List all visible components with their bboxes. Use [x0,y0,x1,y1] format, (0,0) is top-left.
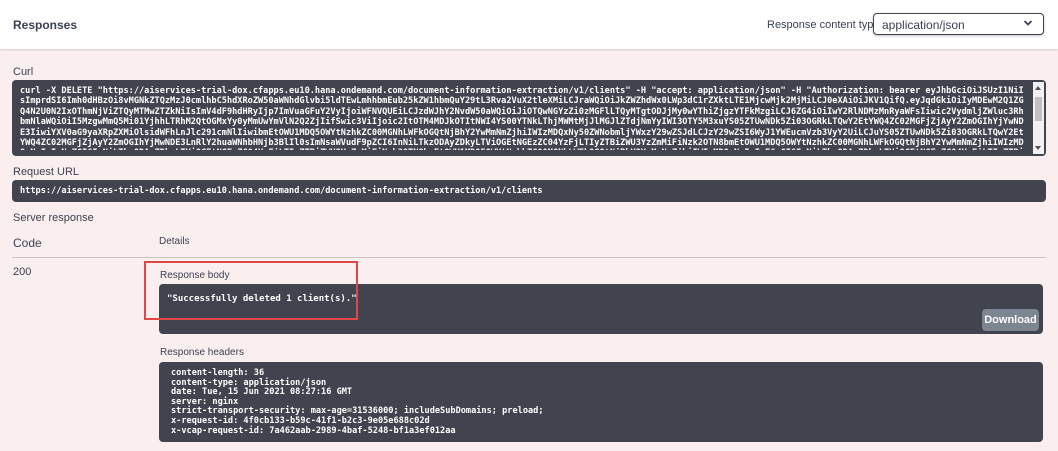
response-header-line: x-vcap-request-id: 7a462aab-2989-4baf-52… [171,425,456,436]
request-url-box[interactable]: https://aiservices-trial-dox.cfapps.eu10… [12,180,1046,202]
curl-label: Curl [13,66,34,78]
response-headers-box[interactable]: content-length: 36 content-type: applica… [159,362,1043,442]
content-type-label: Response content type [767,19,880,31]
response-body-box[interactable]: "Successfully deleted 1 client(s)." [159,284,1043,334]
download-button[interactable]: Download [982,309,1039,331]
server-response-label: Server response [13,212,94,224]
request-url-label: Request URL [13,166,80,178]
curl-command-text: curl -X DELETE "https://aiservices-trial… [20,86,1024,150]
details-column-header: Details [159,236,190,247]
responses-title: Responses [13,18,78,32]
content-type-select[interactable]: application/json [873,13,1044,35]
scroll-down-icon[interactable] [1035,146,1041,150]
code-column-header: Code [13,236,42,250]
content-type-value: application/json [882,18,965,32]
response-header-line: date: Tue, 15 Jun 2021 08:27:16 GMT [171,387,353,398]
chevron-down-icon [1023,20,1033,26]
response-body-label: Response body [160,270,230,281]
scrollbar-thumb[interactable] [1035,97,1042,121]
curl-command-box[interactable]: curl -X DELETE "https://aiservices-trial… [12,80,1046,156]
scroll-up-icon[interactable] [1035,86,1041,90]
response-code: 200 [13,266,32,278]
response-headers-label: Response headers [160,347,244,358]
responses-header: Responses Response content type applicat… [0,0,1058,49]
request-url-value: https://aiservices-trial-dox.cfapps.eu10… [20,186,543,196]
curl-scrollbar[interactable] [1033,82,1044,154]
table-divider [12,257,1046,258]
response-body-text: "Successfully deleted 1 client(s)." [167,294,357,304]
